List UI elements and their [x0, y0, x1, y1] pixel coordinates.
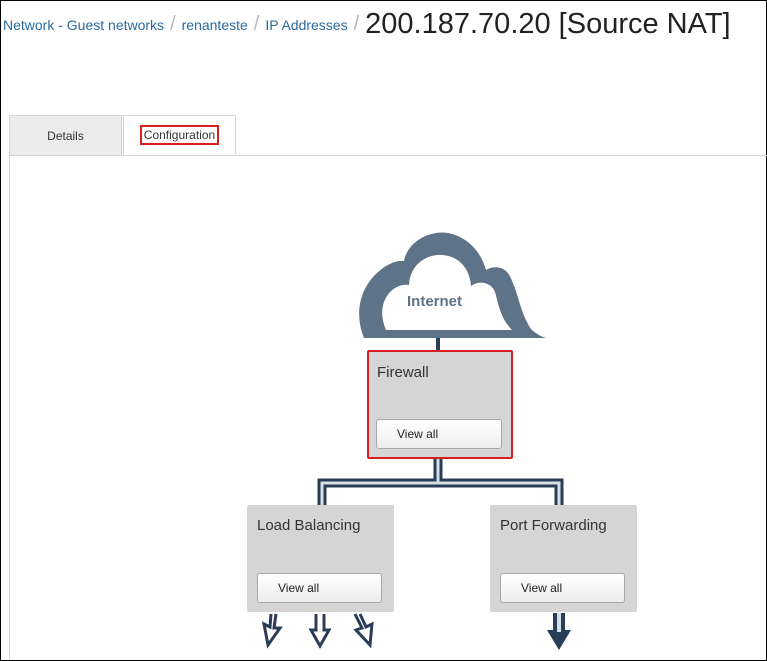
- internet-label: Internet: [407, 293, 463, 310]
- port-forwarding-title: Port Forwarding: [500, 517, 607, 534]
- load-balancing-title: Load Balancing: [257, 517, 361, 534]
- port-forwarding-view-all-button[interactable]: View all: [500, 573, 625, 603]
- load-balancing-box: Load Balancing View all: [247, 505, 394, 612]
- load-balancing-view-all-button[interactable]: View all: [257, 573, 382, 603]
- firewall-box: Firewall View all: [367, 350, 513, 459]
- port-forwarding-box: Port Forwarding View all: [490, 505, 637, 612]
- lb-arrow-icons: [261, 613, 374, 650]
- tab-configuration[interactable]: Configuration: [123, 115, 236, 155]
- firewall-view-all-button[interactable]: View all: [376, 419, 502, 449]
- pf-arrow-icon: [547, 613, 571, 650]
- cloud-icon: [359, 232, 546, 338]
- tab-configuration-label: Configuration: [139, 125, 220, 145]
- firewall-title: Firewall: [377, 364, 429, 381]
